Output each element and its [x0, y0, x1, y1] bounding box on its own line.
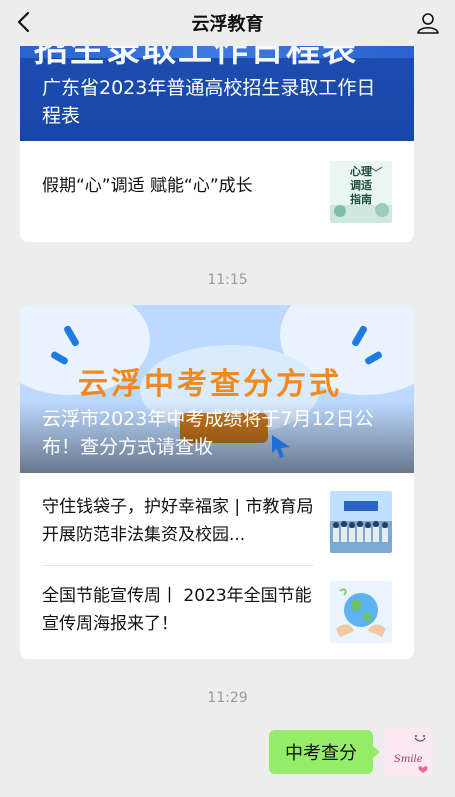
smile-avatar-image [385, 728, 433, 776]
list-item[interactable]: 全国节能宣传周丨 2023年全国节能宣传周海报来了！ [20, 565, 414, 659]
article-card-1: 招生录取工作日程表 广东省2023年普通高校招生录取工作日程表 假期“心”调适 … [20, 30, 414, 242]
article-thumbnail: 心理 调适 指南 [330, 161, 392, 223]
list-item[interactable]: 假期“心”调适 赋能“心”成长 心理 调适 指南 [20, 141, 414, 242]
article-thumbnail [330, 581, 392, 643]
timestamp: 11:29 [207, 690, 248, 706]
chevron-left-icon [17, 11, 30, 33]
list-item-text: 全国节能宣传周丨 2023年全国节能宣传周海报来了！ [42, 586, 312, 634]
article-thumbnail [330, 491, 392, 553]
message-bubble[interactable]: 中考查分 [269, 730, 380, 774]
list-item-text: 假期“心”调适 赋能“心”成长 [42, 176, 253, 196]
article-cover-1[interactable]: 招生录取工作日程表 广东省2023年普通高校招生录取工作日程表 [20, 30, 414, 141]
group-photo-thumbnail-image [330, 491, 392, 553]
cover-title: 广东省2023年普通高校招生录取工作日程表 [42, 77, 376, 127]
article-cover-2[interactable]: 云浮中考查分方式 云浮市2023年中考成绩将于7月12日公布！查分方式请查收 [20, 305, 414, 473]
profile-button[interactable] [413, 8, 443, 38]
cover-big-text: 云浮中考查分方式 [78, 367, 342, 402]
list-item[interactable]: 守住钱袋子，护好幸福家 | 市教育局开展防范非法集资及校园... [20, 473, 414, 565]
cover-title: 云浮市2023年中考成绩将于7月12日公布！查分方式请查收 [42, 408, 374, 458]
article-card-2: 云浮中考查分方式 云浮市2023年中考成绩将于7月12日公布！查分方式请查收 守… [20, 305, 414, 659]
list-item-text: 守住钱袋子，护好幸福家 | 市教育局开展防范非法集资及校园... [42, 497, 314, 545]
top-bar: 云浮教育 [0, 0, 455, 46]
earth-thumbnail-image [330, 581, 392, 643]
back-button[interactable] [10, 8, 38, 36]
avatar-text: Smile [394, 754, 423, 765]
message-text: 中考查分 [285, 743, 357, 764]
thumbnail-text: 心理 调适 指南 [350, 165, 372, 206]
avatar[interactable]: Smile [385, 728, 433, 776]
cursor-arrow-icon [272, 435, 290, 458]
page-title: 云浮教育 [191, 14, 264, 35]
timestamp: 11:15 [207, 272, 248, 288]
person-icon [417, 13, 439, 34]
